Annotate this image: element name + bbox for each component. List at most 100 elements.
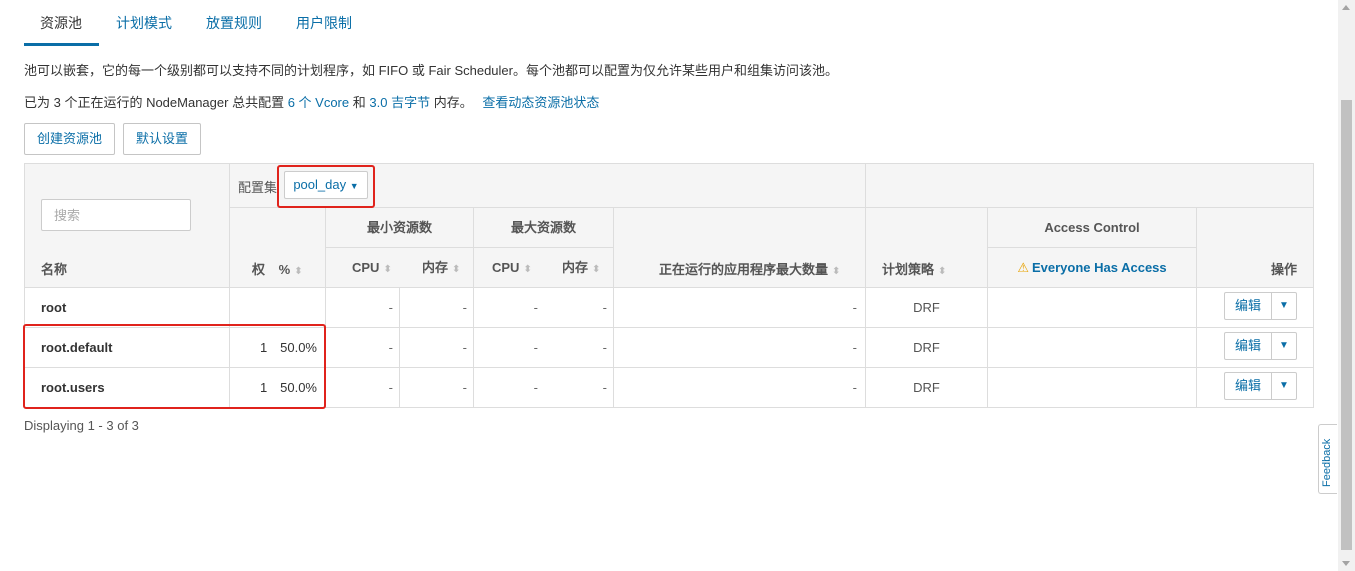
min-cpu-value: - xyxy=(326,328,400,367)
weight-column-header[interactable]: 权 xyxy=(252,262,265,277)
config-set-cell: 配置集 pool_day ▼ xyxy=(230,164,866,208)
actions-cell: 编辑 ▼ xyxy=(1197,328,1313,367)
tab-placement-rules[interactable]: 放置规则 xyxy=(189,0,279,46)
max-memory-value: - xyxy=(544,288,614,327)
max-cpu-value: - xyxy=(533,300,538,315)
edit-button-group: 编辑 ▼ xyxy=(1224,332,1297,360)
weight-header-cell: 权 % ⬍ xyxy=(230,208,326,288)
policy-value: DRF xyxy=(866,368,988,407)
chevron-down-icon[interactable]: ▼ xyxy=(1272,333,1296,359)
memory-total: 3.0 吉字节 xyxy=(369,95,431,110)
pool-weight: 1 xyxy=(260,340,268,355)
tab-schedule-mode[interactable]: 计划模式 xyxy=(99,0,189,46)
feedback-label: Feedback xyxy=(1321,438,1333,487)
pools-table: 名称 配置集 pool_day ▼ 权 %⬍ 最小资源数 CPU⬍ 内存⬍ 最大… xyxy=(24,163,1314,408)
everyone-access-link[interactable]: Everyone Has Access xyxy=(1032,260,1167,275)
policy-value: DRF xyxy=(866,288,988,327)
vertical-scrollbar[interactable] xyxy=(1338,0,1355,571)
actions-cell: 编辑 ▼ xyxy=(1197,288,1313,327)
min-cpu-value: - xyxy=(326,288,400,327)
max-resources-header: 最大资源数 xyxy=(474,208,614,248)
tab-resource-pools[interactable]: 资源池 xyxy=(24,0,99,46)
pagination-info: Displaying 1 - 3 of 3 xyxy=(24,418,139,433)
search-input[interactable] xyxy=(41,199,191,231)
actions-column-header: 操作 xyxy=(1270,262,1297,277)
max-apps-value: - xyxy=(614,368,866,407)
table-row: root - - - - - DRF 编辑 ▼ xyxy=(25,288,1313,328)
policy-column-header[interactable]: 计划策略 ⬍ xyxy=(882,259,946,278)
scroll-down-arrow-icon[interactable] xyxy=(1342,561,1350,566)
config-set-value: pool_day xyxy=(293,177,347,192)
min-memory-value: - xyxy=(400,368,474,407)
actions-header-cell: 操作 xyxy=(1197,208,1313,288)
warning-icon: ⚠ xyxy=(1017,260,1029,275)
max-memory-value: - xyxy=(544,368,614,407)
scrollbar-thumb[interactable] xyxy=(1341,100,1352,550)
pool-percent: 50.0% xyxy=(280,380,317,395)
scroll-up-arrow-icon[interactable] xyxy=(1342,5,1350,10)
max-apps-header-cell: 正在运行的应用程序最大数量 ⬍ xyxy=(614,208,866,288)
chevron-down-icon[interactable]: ▼ xyxy=(1272,373,1296,399)
edit-button-group: 编辑 ▼ xyxy=(1224,372,1297,400)
access-value xyxy=(988,368,1197,407)
min-memory-value: - xyxy=(400,288,474,327)
actions-cell: 编辑 ▼ xyxy=(1197,368,1313,407)
policy-value: DRF xyxy=(866,328,988,367)
min-memory-value: - xyxy=(400,328,474,367)
max-apps-value: - xyxy=(614,288,866,327)
max-resources-subheader: CPU ⬍ 内存 ⬍ xyxy=(474,248,614,288)
min-cpu-header[interactable]: CPU ⬍ xyxy=(352,248,392,289)
view-pool-status-link[interactable]: 查看动态资源池状态 xyxy=(482,95,599,110)
min-resources-label: 最小资源数 xyxy=(366,220,432,235)
everyone-access-cell: ⚠ Everyone Has Access xyxy=(988,248,1197,288)
access-control-label: Access Control xyxy=(1044,220,1140,235)
tab-bar: 资源池 计划模式 放置规则 用户限制 xyxy=(24,0,369,46)
pool-name[interactable]: root xyxy=(25,288,230,327)
edit-button[interactable]: 编辑 xyxy=(1225,293,1272,319)
pool-percent: 50.0% xyxy=(280,340,317,355)
chevron-down-icon: ▼ xyxy=(349,181,359,191)
summary-and: 和 xyxy=(352,95,366,110)
summary-text: 已为 3 个正在运行的 NodeManager 总共配置 6 个 Vcore 和… xyxy=(24,92,599,111)
max-cpu-header[interactable]: CPU ⬍ xyxy=(492,248,532,289)
max-apps-column-header[interactable]: 正在运行的应用程序最大数量 ⬍ xyxy=(659,259,840,278)
config-set-label: 配置集 xyxy=(238,180,278,195)
table-row: root.default 1 50.0% - - - - - DRF 编辑 ▼ xyxy=(25,328,1313,368)
max-cpu-value: - xyxy=(533,380,538,395)
table-row: root.users 1 50.0% - - - - - DRF 编辑 ▼ xyxy=(25,368,1313,408)
max-apps-value: - xyxy=(614,328,866,367)
edit-button[interactable]: 编辑 xyxy=(1225,373,1272,399)
min-cpu-value: - xyxy=(326,368,400,407)
name-column-header[interactable]: 名称 xyxy=(41,259,67,278)
pool-weight-cell: 1 50.0% xyxy=(230,368,326,407)
feedback-tab[interactable]: Feedback xyxy=(1318,424,1337,494)
pool-weight-cell: 1 50.0% xyxy=(230,328,326,367)
sort-icon[interactable]: ⬍ xyxy=(294,266,302,277)
tab-user-limits[interactable]: 用户限制 xyxy=(279,0,369,46)
pool-name[interactable]: root.users xyxy=(25,368,230,407)
max-memory-value: - xyxy=(544,328,614,367)
min-memory-header[interactable]: 内存 ⬍ xyxy=(422,248,460,289)
create-pool-button[interactable]: 创建资源池 xyxy=(24,123,116,155)
min-resources-header: 最小资源数 xyxy=(326,208,474,248)
config-set-dropdown[interactable]: pool_day ▼ xyxy=(284,171,368,199)
header-blank-cell xyxy=(866,164,1313,208)
edit-button-group: 编辑 ▼ xyxy=(1224,292,1297,320)
percent-column-header[interactable]: % xyxy=(279,262,291,277)
pool-weight: 1 xyxy=(260,380,268,395)
pool-weight xyxy=(230,288,326,327)
access-control-header: Access Control xyxy=(988,208,1197,248)
name-header-cell: 名称 xyxy=(25,164,230,288)
policy-header-cell: 计划策略 ⬍ xyxy=(866,208,988,288)
summary-prefix: 已为 3 个正在运行的 NodeManager 总共配置 xyxy=(24,95,285,110)
max-cpu-value: - xyxy=(533,340,538,355)
max-resources-label: 最大资源数 xyxy=(510,220,576,235)
max-memory-header[interactable]: 内存 ⬍ xyxy=(562,248,600,289)
chevron-down-icon[interactable]: ▼ xyxy=(1272,293,1296,319)
access-value xyxy=(988,328,1197,367)
pool-name[interactable]: root.default xyxy=(25,328,230,367)
intro-text: 池可以嵌套，它的每一个级别都可以支持不同的计划程序，如 FIFO 或 Fair … xyxy=(24,63,838,78)
edit-button[interactable]: 编辑 xyxy=(1225,333,1272,359)
access-value xyxy=(988,288,1197,327)
default-settings-button[interactable]: 默认设置 xyxy=(123,123,202,155)
